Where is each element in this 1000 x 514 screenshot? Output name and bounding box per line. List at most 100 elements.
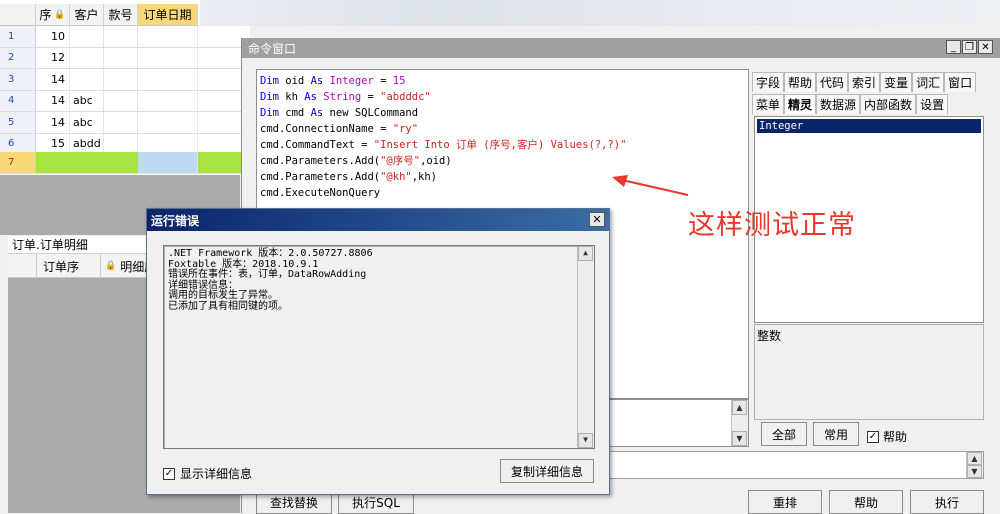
show-detail-label: 显示详细信息 [180, 467, 253, 481]
row-number: 1 [0, 26, 36, 47]
error-line: 已添加了具有相同键的项。 [168, 300, 288, 312]
cell-seq[interactable]: 12 [36, 47, 70, 68]
cell-seq[interactable]: 14 [36, 112, 70, 133]
execute-button[interactable]: 执行 [910, 490, 984, 514]
error-dialog-titlebar[interactable]: 运行错误 [147, 209, 609, 231]
help-button[interactable]: 帮助 [829, 490, 903, 514]
table-row[interactable]: 1 10 [0, 26, 250, 48]
col-header-orderdate[interactable]: 订单日期 [138, 4, 198, 26]
code-line: cmd.ConnectionName = "ry" [260, 123, 419, 135]
tab-index[interactable]: 索引 [848, 72, 881, 92]
tab-settings[interactable]: 设置 [916, 94, 949, 114]
cell-style[interactable] [104, 90, 138, 111]
cell-seq[interactable]: 15 [36, 133, 70, 154]
cell-style[interactable] [104, 112, 138, 133]
cell-style[interactable] [104, 47, 138, 68]
description-box: 整数 [754, 324, 984, 420]
error-scrollbar[interactable]: ▲ ▼ [577, 246, 594, 448]
col-label: 客户 [74, 8, 99, 22]
cell-style[interactable] [104, 69, 138, 90]
tab-help[interactable]: 帮助 [784, 72, 817, 92]
col-label: 订单序 [43, 259, 80, 274]
new-row[interactable]: 7 [0, 152, 250, 174]
tab-window[interactable]: 窗口 [944, 72, 977, 92]
annotation-arrow-icon [612, 175, 689, 196]
cell-customer[interactable]: abc [70, 112, 104, 133]
table-row[interactable]: 4 14 abc [0, 90, 250, 112]
row-number: 7 [0, 152, 36, 173]
tab-row-2: 菜单 精灵 数据源 内部函数 设置 [752, 94, 949, 114]
table-row[interactable]: 5 14 abc [0, 112, 250, 134]
all-button[interactable]: 全部 [761, 422, 807, 446]
output-scrollbar[interactable]: ▲ ▼ [731, 400, 748, 446]
scroll-down-icon[interactable]: ▼ [967, 465, 982, 478]
help-checkbox-label: 帮助 [883, 430, 908, 444]
error-line: .NET Framework 版本：2.0.50727.8806 [168, 248, 373, 259]
lower-scrollbar[interactable]: ▲ ▼ [966, 452, 983, 478]
scroll-down-icon[interactable]: ▼ [732, 431, 747, 446]
col-header-style[interactable]: 款号 [104, 4, 138, 26]
cell-customer[interactable] [70, 69, 104, 90]
list-item-selected[interactable]: Integer [757, 119, 981, 133]
cell-date[interactable] [138, 112, 198, 133]
col-header-seq[interactable]: 序 🔒 [36, 4, 70, 26]
cell-customer[interactable] [70, 26, 104, 47]
close-icon[interactable]: ✕ [589, 212, 605, 227]
scroll-down-icon[interactable]: ▼ [578, 433, 593, 448]
col-header-order-seq[interactable]: 订单序 [36, 254, 100, 278]
tab-internal-functions[interactable]: 内部函数 [860, 94, 917, 114]
restore-icon[interactable]: ❐ [962, 40, 977, 54]
tab-datasource[interactable]: 数据源 [816, 94, 861, 114]
row-number: 2 [0, 47, 36, 68]
col-header-customer[interactable]: 客户 [70, 4, 104, 26]
copy-details-button[interactable]: 复制详细信息 [500, 459, 594, 483]
scroll-up-icon[interactable]: ▲ [732, 400, 747, 415]
cell-date[interactable] [138, 47, 198, 68]
blurred-header-region [200, 0, 1000, 26]
lock-icon: 🔒 [54, 9, 66, 20]
row-number: 4 [0, 90, 36, 111]
grid-corner[interactable] [0, 4, 36, 26]
error-line: 调用的目标发生了异常。 [168, 290, 278, 301]
row-number: 3 [0, 69, 36, 90]
error-details-text[interactable]: .NET Framework 版本：2.0.50727.8806 Foxtabl… [163, 245, 595, 449]
tab-code[interactable]: 代码 [816, 72, 849, 92]
help-checkbox[interactable]: ✓ [867, 430, 879, 443]
show-detail-checkbox[interactable]: ✓ [163, 467, 175, 480]
tab-menu[interactable]: 菜单 [752, 94, 785, 114]
rearrange-button[interactable]: 重排 [748, 490, 822, 514]
code-line: Dim oid As Integer = 15 [260, 75, 406, 87]
tab-variables[interactable]: 变量 [880, 72, 913, 92]
table-row[interactable]: 2 12 [0, 47, 250, 69]
cell-seq[interactable]: 10 [36, 26, 70, 47]
cell-date[interactable] [138, 152, 198, 173]
code-line: Dim kh As String = "abdddc" [260, 91, 431, 103]
command-window-titlebar[interactable]: 命令窗口 [242, 38, 1000, 58]
show-detail-group[interactable]: ✓ 显示详细信息 [163, 465, 252, 482]
cell-seq[interactable]: 14 [36, 90, 70, 111]
common-button[interactable]: 常用 [813, 422, 859, 446]
error-line: 错误所在事件：表，订单，DataRowAdding [168, 269, 367, 280]
minimize-icon[interactable]: _ [946, 40, 961, 54]
cell-customer[interactable]: abc [70, 90, 104, 111]
help-checkbox-group[interactable]: ✓ 帮助 [867, 428, 907, 445]
tab-fields[interactable]: 字段 [752, 72, 785, 92]
cell-style[interactable] [104, 133, 138, 154]
cell-style[interactable] [104, 26, 138, 47]
table-row[interactable]: 3 14 [0, 69, 250, 91]
scroll-up-icon[interactable]: ▲ [967, 452, 982, 465]
tab-wizard[interactable]: 精灵 [784, 94, 817, 114]
cell-date[interactable] [138, 69, 198, 90]
annotation-text: 这样测试正常 [688, 210, 856, 241]
col-label: 订单日期 [143, 8, 192, 22]
scroll-up-icon[interactable]: ▲ [578, 246, 593, 261]
cell-date[interactable] [138, 90, 198, 111]
cell-seq[interactable]: 14 [36, 69, 70, 90]
cell-date[interactable] [138, 133, 198, 154]
tab-vocabulary[interactable]: 词汇 [912, 72, 945, 92]
cell-date[interactable] [138, 26, 198, 47]
close-icon[interactable]: ✕ [978, 40, 993, 54]
cell-customer[interactable] [70, 47, 104, 68]
cell-customer[interactable]: abdd [70, 133, 104, 154]
dialog-title: 运行错误 [151, 213, 200, 228]
